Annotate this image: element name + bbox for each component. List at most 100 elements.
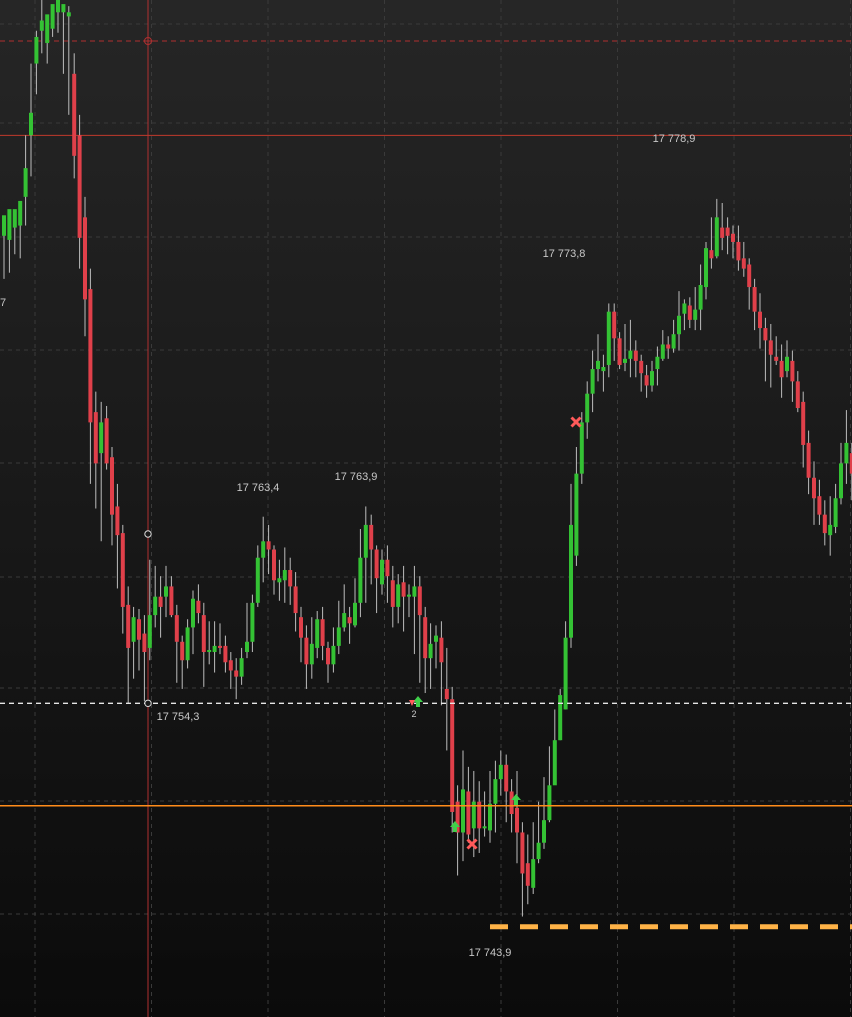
candle-body-down: [423, 617, 428, 659]
candle-body-up: [45, 14, 50, 44]
candle-body-up: [839, 463, 843, 499]
candle-body-up: [558, 695, 563, 741]
candle-body-down: [644, 375, 649, 386]
candle-body-up: [353, 602, 357, 626]
candle-body-up: [358, 557, 363, 603]
candle-body-down: [218, 645, 222, 648]
candle-body-up: [261, 541, 266, 558]
candle-body-down: [174, 615, 179, 642]
candle-body-down: [369, 524, 374, 550]
edge-digit-label: 7: [0, 297, 6, 309]
candle-body-down: [83, 217, 87, 300]
candle-body-up: [682, 303, 687, 314]
candle-body-down: [299, 617, 303, 638]
candle-body-down: [77, 135, 82, 238]
candle-body-down: [720, 227, 725, 238]
candle-body-down: [390, 580, 395, 607]
candle-body-down: [741, 258, 746, 269]
candle-body-down: [774, 356, 779, 361]
candle-body-down: [385, 559, 390, 577]
candle-body-down: [304, 637, 309, 665]
candle-body-down: [201, 615, 206, 653]
candle-body-up: [542, 820, 546, 843]
candle-body-up: [336, 627, 341, 646]
candle-body-up: [552, 740, 557, 786]
candle-body-up: [412, 586, 417, 597]
candle-body-up: [585, 393, 590, 423]
candle-body-down: [272, 549, 276, 581]
chart-canvas[interactable]: 17 763,4 17 763,9 17 773,8 17 778,9 17 7…: [0, 0, 852, 1017]
candle-body-down: [822, 514, 827, 534]
candle-body-up: [2, 215, 6, 236]
anchor-handle: [144, 530, 152, 538]
candle-body-up: [212, 645, 217, 653]
candle-body-up: [844, 442, 849, 464]
candle-body-up: [309, 643, 314, 665]
candle-body-down: [374, 549, 379, 579]
candle-body-up: [677, 315, 681, 335]
candle-body-down: [293, 586, 298, 614]
candle-body-down: [790, 360, 795, 382]
candle-body-down: [104, 418, 109, 464]
candle-body-up: [434, 635, 438, 642]
candle-body-up: [785, 356, 789, 372]
candle-body-down: [137, 619, 141, 640]
candle-body-down: [709, 250, 714, 259]
candle-body-up: [147, 615, 152, 648]
candle-body-up: [363, 524, 368, 558]
candle-body-up: [56, 0, 60, 13]
candle-body-down: [812, 477, 816, 499]
candle-body-up: [606, 311, 611, 365]
candle-body-down: [196, 600, 201, 614]
candle-body-down: [180, 641, 185, 661]
candle-body-up: [693, 309, 698, 320]
low-label-1: 17 754,3: [157, 711, 200, 723]
candle-body-down: [515, 807, 519, 833]
candle-body-up: [579, 422, 584, 474]
candle-body-up: [590, 369, 595, 394]
candle: [558, 688, 563, 741]
candle-body-up: [282, 570, 287, 581]
candle-body-down: [347, 617, 352, 624]
candle-body-down: [525, 863, 530, 886]
candle-body-up: [342, 613, 347, 628]
high-label-2: 17 763,9: [335, 471, 378, 483]
candle-body-down: [320, 619, 325, 646]
high-label-3: 17 773,8: [543, 248, 586, 260]
candle-body-up: [407, 594, 411, 597]
candle-body-down: [142, 633, 147, 653]
candle-body-up: [498, 764, 503, 780]
candle-body-down: [326, 647, 330, 665]
price-chart[interactable]: 17 763,4 17 763,9 17 773,8 17 778,9 17 7…: [0, 0, 852, 1017]
candle-body-down: [439, 637, 444, 663]
candle-body-down: [223, 645, 228, 663]
candle-body-up: [23, 168, 28, 197]
high-label-1: 17 763,4: [237, 482, 280, 494]
high-label-4: 17 778,9: [653, 133, 696, 145]
candle-body-up: [493, 779, 498, 804]
candle-body-up: [7, 209, 12, 240]
candle-body-up: [655, 356, 660, 370]
candle-body-up: [396, 584, 401, 607]
candle: [450, 686, 455, 833]
candle-body-up: [191, 598, 195, 628]
candle-body-up: [428, 643, 433, 659]
candle-body-down: [736, 241, 741, 261]
candle-body-up: [482, 826, 487, 829]
low-label-2: 17 743,9: [469, 947, 512, 959]
candle-body-up: [61, 4, 66, 13]
marker-count-label: 2: [411, 709, 416, 719]
candle-body-up: [331, 645, 336, 665]
candle-body-up: [623, 358, 627, 363]
candle-body-down: [169, 586, 174, 616]
candle-body-up: [828, 524, 833, 536]
candle-body-down: [509, 791, 514, 815]
candle-body-down: [88, 289, 93, 423]
candle-body-up: [50, 4, 55, 29]
candle-body-down: [115, 506, 120, 536]
candle-body-down: [725, 227, 730, 236]
candle-body-down: [795, 381, 800, 409]
candle-body-down: [266, 541, 271, 550]
candle-body-down: [450, 699, 455, 812]
candle: [579, 412, 584, 484]
